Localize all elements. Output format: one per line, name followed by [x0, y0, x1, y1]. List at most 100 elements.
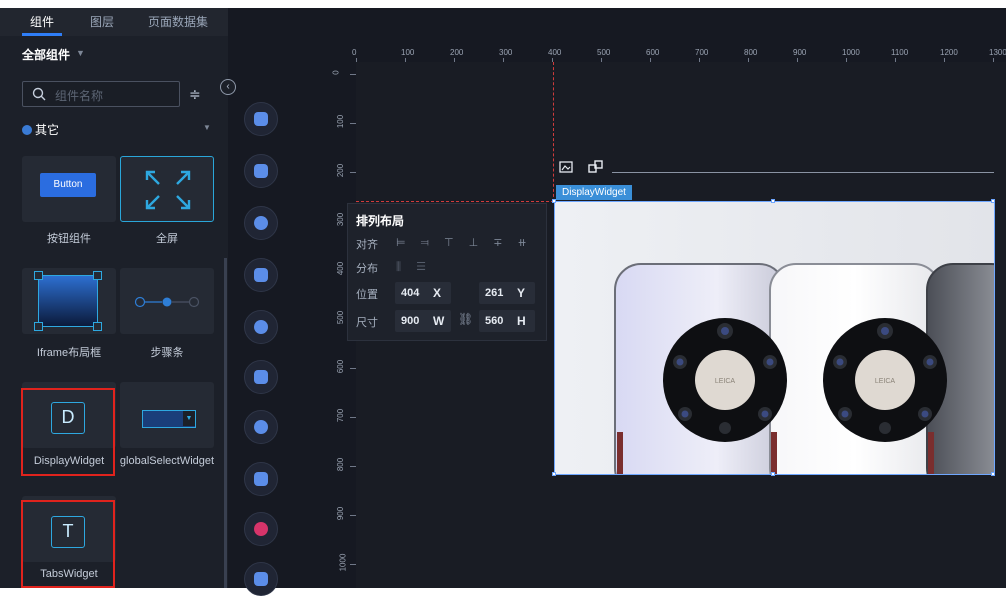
tool-button[interactable] — [244, 512, 278, 546]
align-label: 对齐 — [356, 239, 378, 251]
size-width-value: 900 — [401, 315, 420, 327]
ruler-tick-label: 1000 — [842, 48, 860, 57]
tool-button[interactable] — [244, 206, 278, 240]
chevron-down-icon[interactable]: ▼ — [76, 48, 85, 58]
panel-tabs: 组件 图层 页面数据集 — [0, 8, 228, 36]
collapse-icon[interactable]: ‹ — [220, 79, 236, 95]
app-window: 组件 图层 页面数据集 全部组件 ▼ 组件名称 ≑ 其它 ▼ Button 按钮… — [0, 0, 1006, 596]
tool-button[interactable] — [244, 310, 278, 344]
tool-icon — [254, 112, 268, 126]
category-icon — [22, 125, 32, 135]
ruler-tick-label: 1100 — [891, 48, 909, 57]
resize-handle[interactable] — [552, 199, 556, 203]
ruler-tick-label: 400 — [548, 48, 562, 57]
image-icon[interactable] — [556, 157, 576, 177]
ruler-tick-label: 1000 — [338, 553, 348, 572]
tool-icon — [254, 370, 268, 384]
active-tab-indicator — [22, 33, 62, 36]
chevron-down-icon[interactable]: ▼ — [203, 123, 211, 132]
steps-preview-icon — [134, 296, 200, 308]
ruler-tick-label: 100 — [336, 114, 346, 129]
size-label: 尺寸 — [356, 317, 378, 329]
component-label: globalSelectWidget — [119, 455, 215, 467]
panel-scrollbar[interactable] — [224, 258, 227, 588]
alignment-guide — [553, 62, 554, 202]
ruler-tick-label: 900 — [336, 506, 346, 521]
position-x-field[interactable]: 404 X — [395, 282, 451, 304]
alignment-guide — [356, 201, 554, 202]
ruler-tick-label: 700 — [336, 408, 346, 423]
highlight-box — [21, 388, 115, 476]
resize-handle[interactable] — [991, 472, 995, 476]
size-width-unit: W — [433, 314, 445, 328]
component-card-steps[interactable] — [120, 268, 214, 334]
position-y-field[interactable]: 261 Y — [479, 282, 535, 304]
tool-button[interactable] — [244, 154, 278, 188]
sort-icon[interactable]: ≑ — [189, 86, 201, 103]
position-y-value: 261 — [485, 287, 504, 299]
ruler-tick-label: 200 — [336, 163, 346, 178]
ruler-tick-label: 200 — [450, 48, 464, 57]
ruler-tick-label: 1200 — [940, 48, 958, 57]
resize-handle[interactable] — [552, 472, 556, 476]
ruler-tick-label: 700 — [695, 48, 709, 57]
tool-icon — [254, 164, 268, 178]
ruler-tick-label: 600 — [336, 359, 346, 374]
distribute-buttons[interactable]: ⫼ ☰ — [396, 260, 432, 274]
tool-button[interactable] — [244, 102, 278, 136]
panel-title: 排列布局 — [356, 214, 405, 228]
tool-icon — [254, 472, 268, 486]
ruler-tick-label: 100 — [401, 48, 415, 57]
component-card-fullscreen[interactable] — [120, 156, 214, 222]
component-label: Iframe布局框 — [36, 347, 102, 359]
ruler-tick-label: 1300 — [989, 48, 1006, 57]
ruler-tick-label: 500 — [336, 310, 346, 325]
ruler-tick-label: 300 — [336, 212, 346, 227]
display-widget[interactable]: LEICA LEICA — [554, 201, 995, 475]
tool-icon — [254, 216, 268, 230]
tab-page-datasets[interactable]: 页面数据集 — [148, 8, 208, 36]
tool-button[interactable] — [244, 410, 278, 444]
search-input[interactable]: 组件名称 — [22, 81, 180, 107]
ruler-tick-label: 300 — [499, 48, 513, 57]
highlight-box — [21, 500, 115, 588]
resize-handle[interactable] — [991, 199, 995, 203]
category-label: 其它 — [35, 123, 60, 137]
ruler-tick-label: 0 — [331, 70, 341, 75]
distribute-label: 分布 — [356, 263, 378, 275]
align-buttons[interactable]: ⊨ ⫤ ⊤ ⊥ ∓ ⧺ — [396, 236, 533, 250]
tool-button[interactable] — [244, 562, 278, 596]
tool-icon — [254, 320, 268, 334]
component-card-iframe[interactable] — [22, 268, 116, 334]
position-x-value: 404 — [401, 287, 420, 299]
tool-button[interactable] — [244, 360, 278, 394]
component-label: 步骤条 — [150, 347, 184, 359]
resize-handle[interactable] — [771, 472, 775, 476]
component-card-button[interactable]: Button — [22, 156, 116, 222]
component-label: 按钮组件 — [47, 233, 91, 245]
widget-image: LEICA LEICA — [555, 202, 994, 474]
tool-button[interactable] — [244, 462, 278, 496]
button-preview: Button — [40, 173, 96, 197]
ruler-tick-label: 800 — [744, 48, 758, 57]
search-placeholder: 组件名称 — [55, 89, 104, 103]
widget-name-tag: DisplayWidget — [556, 185, 632, 200]
tool-icon — [254, 420, 268, 434]
position-label: 位置 — [356, 289, 378, 301]
fullscreen-icon — [120, 156, 214, 222]
component-card-globalselect[interactable]: ▼ — [120, 382, 214, 448]
resize-handle[interactable] — [771, 199, 775, 203]
position-x-unit: X — [433, 286, 442, 300]
link-icon[interactable]: ⛓ — [458, 312, 473, 326]
category-selector[interactable]: 其它 — [22, 121, 59, 138]
tab-layers[interactable]: 图层 — [90, 8, 114, 36]
size-height-field[interactable]: 560 H — [479, 310, 535, 332]
tab-components[interactable]: 组件 — [30, 8, 54, 36]
tool-icon — [254, 268, 268, 282]
link-icon[interactable] — [586, 157, 606, 177]
size-width-field[interactable]: 900 W — [395, 310, 451, 332]
ruler-tick-label: 400 — [336, 261, 346, 276]
tool-button[interactable] — [244, 258, 278, 292]
ruler-tick-label: 800 — [336, 457, 346, 472]
component-filter-dropdown[interactable]: 全部组件 — [22, 46, 70, 63]
